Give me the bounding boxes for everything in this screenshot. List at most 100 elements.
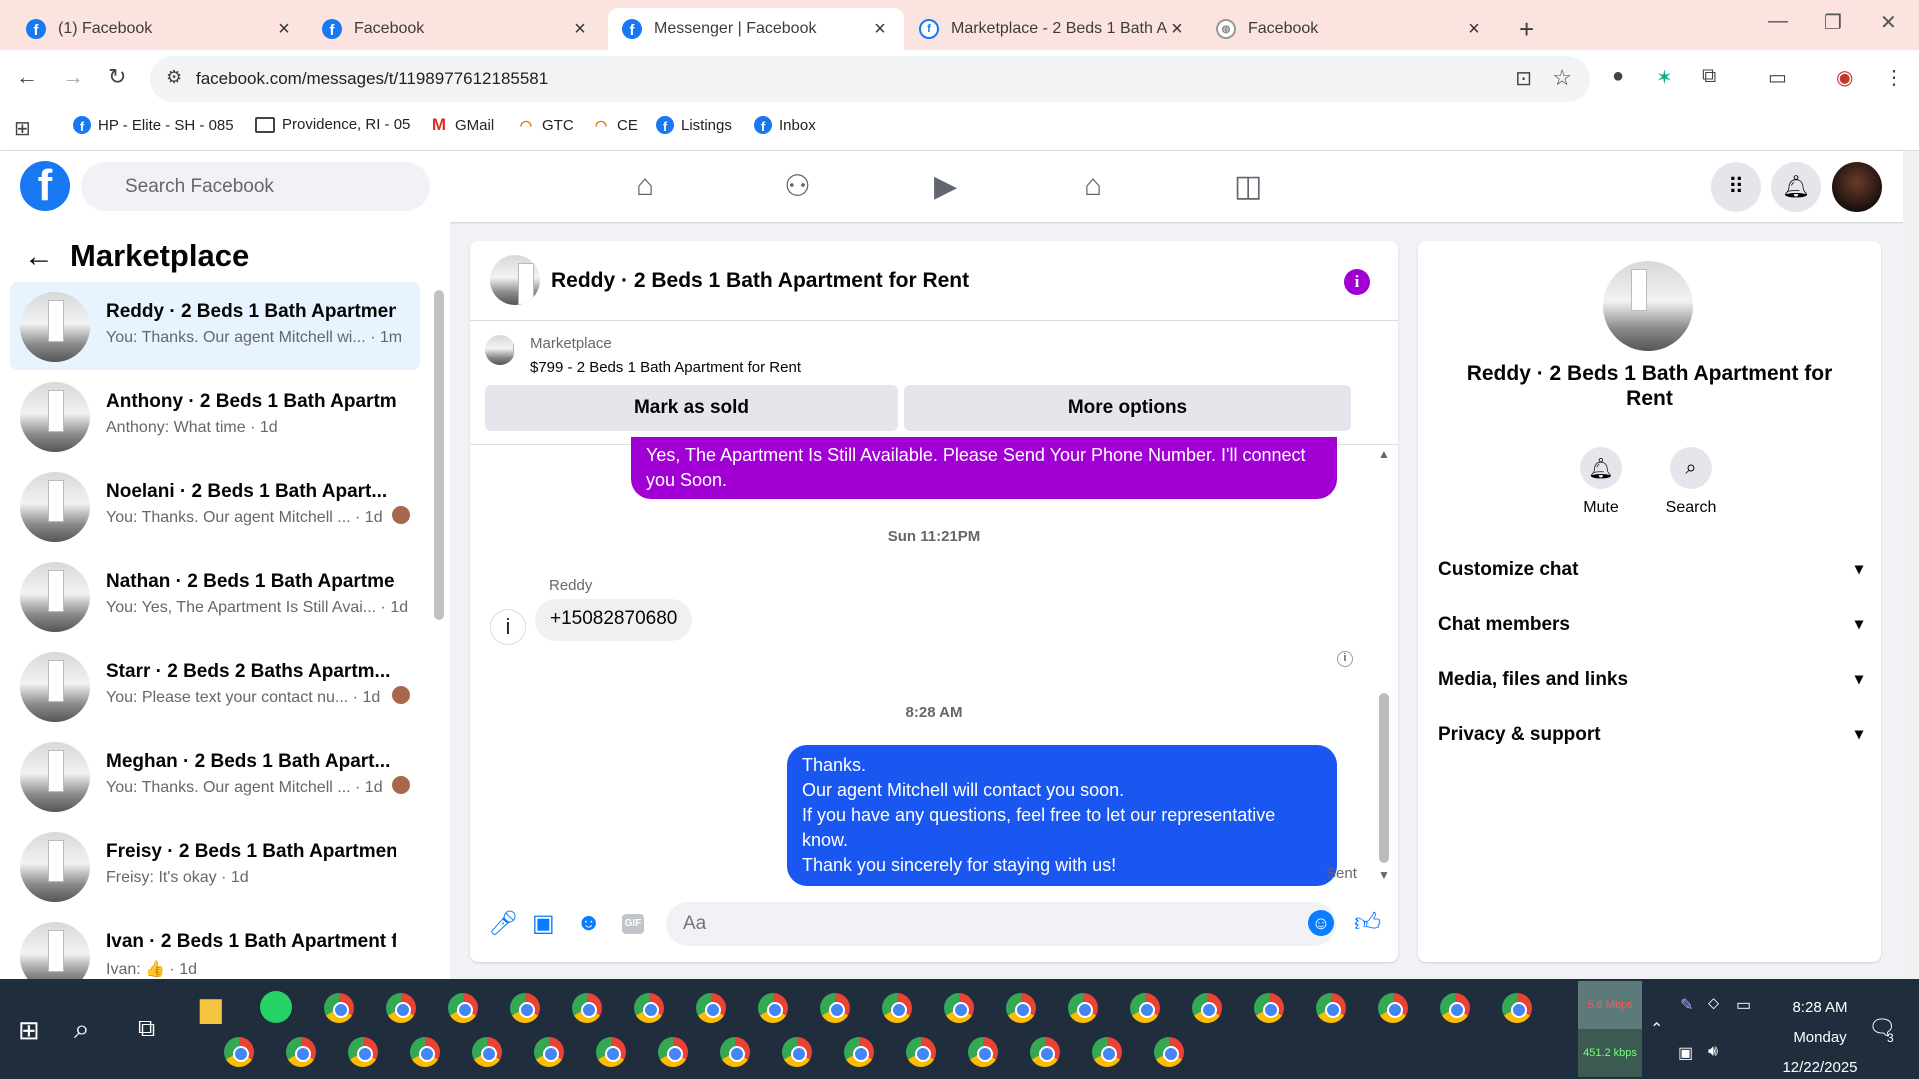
outgoing-message[interactable]: Thanks. Our agent Mitchell will contact … — [787, 745, 1337, 886]
profile-icon[interactable]: ◉ — [1836, 65, 1853, 90]
listing-thumbnail[interactable] — [490, 255, 540, 305]
close-icon[interactable]: × — [274, 18, 294, 41]
chrome-window-icon[interactable] — [906, 1037, 936, 1067]
search-input[interactable] — [81, 162, 430, 211]
menu-icon[interactable]: ⋮ — [1884, 65, 1904, 90]
chrome-window-icon[interactable] — [1254, 993, 1284, 1023]
chrome-window-icon[interactable] — [1316, 993, 1346, 1023]
chrome-window-icon[interactable] — [696, 993, 726, 1023]
message-input[interactable] — [666, 902, 1336, 946]
chrome-window-icon[interactable] — [782, 1037, 812, 1067]
new-tab-button[interactable]: + — [1505, 8, 1545, 50]
sidebar-scrollbar[interactable] — [434, 290, 444, 620]
close-icon[interactable]: × — [1167, 18, 1187, 41]
friends-icon[interactable]: ⚇ — [784, 169, 811, 204]
chrome-window-icon[interactable] — [1192, 993, 1222, 1023]
thumbs-up-icon[interactable]: 👍︎ — [1354, 907, 1381, 938]
chrome-window-icon[interactable] — [510, 993, 540, 1023]
windows-start-icon[interactable]: ⊞ — [18, 1015, 40, 1046]
whatsapp-icon[interactable] — [260, 991, 292, 1023]
notifications-button[interactable]: 🔔︎ — [1771, 162, 1821, 212]
chrome-window-icon[interactable] — [324, 993, 354, 1023]
chrome-window-icon[interactable] — [1030, 1037, 1060, 1067]
cookie-extension-icon[interactable]: ● — [1612, 65, 1624, 88]
chrome-window-icon[interactable] — [386, 993, 416, 1023]
conversation-item[interactable]: Anthony · 2 Beds 1 Bath Apartm... Anthony… — [10, 372, 420, 460]
site-info-icon[interactable]: ⚙ — [166, 67, 182, 88]
chrome-window-icon[interactable] — [658, 1037, 688, 1067]
close-icon[interactable]: × — [570, 18, 590, 41]
extension-icon[interactable]: ✶ — [1656, 65, 1673, 90]
search-icon[interactable]: ⌕ — [74, 1013, 90, 1046]
bookmark-item[interactable]: ◠ CE — [592, 116, 638, 134]
chrome-window-icon[interactable] — [1378, 993, 1408, 1023]
home-icon[interactable]: ⌂ — [636, 169, 654, 203]
file-explorer-icon[interactable]: ▆ — [200, 991, 222, 1024]
incoming-message[interactable]: +15082870680 — [535, 599, 693, 641]
url-text[interactable]: facebook.com/messages/t/1198977612185581 — [196, 69, 548, 89]
video-icon[interactable]: ▶ — [934, 169, 957, 204]
cast-icon[interactable]: ▭ — [1768, 65, 1787, 90]
chrome-window-icon[interactable] — [882, 993, 912, 1023]
mute-button[interactable]: 🔔︎ Mute — [1561, 447, 1641, 517]
chrome-window-icon[interactable] — [596, 1037, 626, 1067]
chrome-window-icon[interactable] — [448, 993, 478, 1023]
search-conversation-button[interactable]: ⌕ Search — [1651, 447, 1731, 517]
info-icon[interactable]: i — [1344, 269, 1370, 295]
task-view-icon[interactable]: ⧉ — [138, 1015, 155, 1043]
conversation-item[interactable]: Meghan · 2 Beds 1 Bath Apart... You: Than… — [10, 732, 420, 820]
chrome-window-icon[interactable] — [572, 993, 602, 1023]
chrome-window-icon[interactable] — [720, 1037, 750, 1067]
pen-icon[interactable]: ✎ — [1680, 995, 1693, 1015]
bookmark-item[interactable]: f HP - Elite - SH - 085 — [73, 116, 234, 134]
chrome-window-icon[interactable] — [944, 993, 974, 1023]
back-icon[interactable]: ← — [16, 64, 38, 90]
omnibox[interactable]: ⚙ facebook.com/messages/t/11989776121855… — [150, 56, 1590, 102]
window-close-icon[interactable]: ✕ — [1880, 10, 1897, 35]
chrome-window-icon[interactable] — [224, 1037, 254, 1067]
more-options-button[interactable]: More options — [904, 385, 1351, 431]
chrome-window-icon[interactable] — [1502, 993, 1532, 1023]
sticker-icon[interactable]: ☻ — [576, 909, 601, 937]
chrome-window-icon[interactable] — [820, 993, 850, 1023]
dropbox-icon[interactable]: ⬦ — [1708, 995, 1719, 1013]
facebook-logo-icon[interactable]: f — [20, 161, 70, 211]
chrome-window-icon[interactable] — [1006, 993, 1036, 1023]
chevron-up-icon[interactable]: ⌃ — [1650, 1019, 1663, 1039]
clock[interactable]: 8:28 AM Monday 12/22/2025 — [1770, 993, 1870, 1079]
bookmark-item[interactable]: M GMail — [430, 116, 494, 134]
close-icon[interactable]: × — [870, 18, 890, 41]
bookmark-item[interactable]: f Inbox — [754, 116, 816, 134]
reload-icon[interactable]: ↻ — [108, 64, 126, 90]
scroll-up-icon[interactable]: ▲ — [1378, 447, 1390, 461]
battery-icon[interactable]: ▭ — [1736, 995, 1751, 1015]
customize-chat-section[interactable]: Customize chat ▾ — [1438, 559, 1863, 581]
chat-members-section[interactable]: Chat members ▾ — [1438, 614, 1863, 636]
bookmark-item[interactable]: f Listings — [656, 116, 732, 134]
star-icon[interactable]: ☆ — [1552, 65, 1572, 91]
chat-scrollbar[interactable] — [1379, 693, 1389, 863]
tab-marketplace[interactable]: f Marketplace - 2 Beds 1 Bath Ap × — [905, 8, 1201, 50]
privacy-support-section[interactable]: Privacy & support ▾ — [1438, 724, 1863, 746]
listing-thumbnail[interactable] — [485, 335, 515, 365]
chrome-window-icon[interactable] — [1130, 993, 1160, 1023]
bookmark-item[interactable]: ◠ GTC — [517, 116, 574, 134]
restore-icon[interactable]: ❐ — [1824, 10, 1842, 35]
marketplace-store-icon[interactable]: ⌂ — [1084, 169, 1102, 203]
chrome-window-icon[interactable] — [844, 1037, 874, 1067]
back-arrow-icon[interactable]: ← — [24, 240, 54, 274]
chrome-window-icon[interactable] — [410, 1037, 440, 1067]
outgoing-message[interactable]: Yes, The Apartment Is Still Available. P… — [631, 437, 1337, 499]
conversation-item[interactable]: Noelani · 2 Beds 1 Bath Apart... You: Tha… — [10, 462, 420, 550]
conversation-item[interactable]: Nathan · 2 Beds 1 Bath Apartme... You: Ye… — [10, 552, 420, 640]
conversation-item[interactable]: Freisy · 2 Beds 1 Bath Apartment... Freis… — [10, 822, 420, 910]
install-icon[interactable]: ⊡ — [1515, 66, 1532, 91]
gif-icon[interactable]: GIF — [622, 914, 644, 934]
mark-as-sold-button[interactable]: Mark as sold — [485, 385, 898, 431]
chrome-window-icon[interactable] — [758, 993, 788, 1023]
chrome-window-icon[interactable] — [968, 1037, 998, 1067]
chrome-window-icon[interactable] — [348, 1037, 378, 1067]
tab-facebook-3[interactable]: ◍ Facebook × — [1202, 8, 1498, 50]
emoji-icon[interactable]: ☺ — [1308, 910, 1334, 936]
minimize-icon[interactable]: — — [1768, 10, 1788, 33]
